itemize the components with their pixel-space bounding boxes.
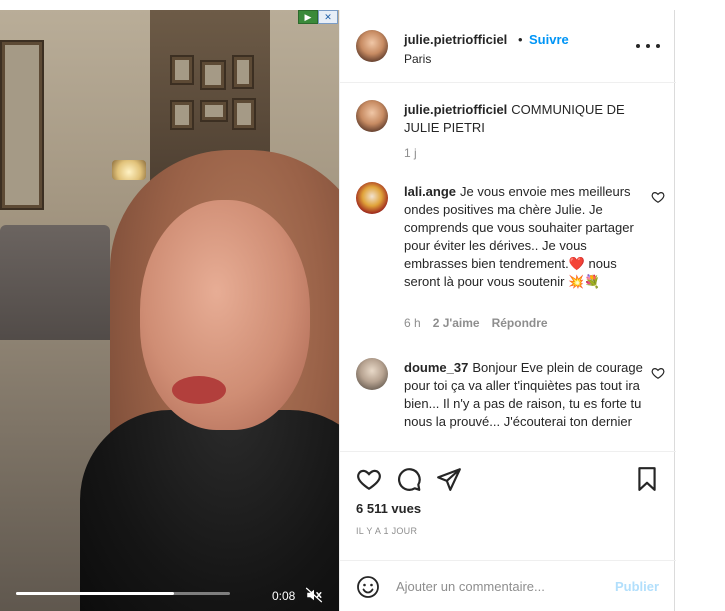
post-comment-button[interactable]: Publier xyxy=(615,579,659,594)
reply-button[interactable]: Répondre xyxy=(492,316,548,330)
follow-button[interactable]: Suivre xyxy=(529,32,569,47)
post-location[interactable]: Paris xyxy=(404,52,431,66)
post-side-panel: julie.pietriofficiel • Suivre Paris juli… xyxy=(339,10,676,611)
like-heart-icon[interactable] xyxy=(651,190,665,204)
comment-likes[interactable]: 2 J'aime xyxy=(433,316,480,330)
ad-play-icon[interactable]: ▶ xyxy=(298,10,318,24)
like-heart-icon[interactable] xyxy=(356,466,382,492)
video-picture-frame xyxy=(200,100,228,122)
video-lamp xyxy=(112,160,146,180)
video-person-mouth xyxy=(172,376,226,404)
view-count[interactable]: 6 511 vues xyxy=(356,501,421,516)
caption-meta: 1 j xyxy=(404,146,417,160)
comment-meta: 6 h 2 J'aime Répondre xyxy=(404,316,548,330)
video-person-face xyxy=(140,200,310,430)
save-bookmark-icon[interactable] xyxy=(634,466,660,492)
avatar[interactable] xyxy=(356,30,388,62)
video-progress-bar[interactable] xyxy=(16,592,230,595)
like-heart-icon[interactable] xyxy=(651,366,665,380)
comment-body: doume_37 Bonjour Eve plein de courage pou… xyxy=(404,359,644,431)
post-header: julie.pietriofficiel • Suivre Paris xyxy=(340,10,676,83)
avatar[interactable] xyxy=(356,100,388,132)
post-caption: julie.pietriofficiel COMMUNIQUE DE JULIE … xyxy=(356,100,660,170)
more-options-icon[interactable] xyxy=(636,36,660,56)
video-picture-frame xyxy=(232,55,254,89)
emoji-smiley-icon[interactable] xyxy=(356,575,380,599)
caption-username[interactable]: julie.pietriofficiel xyxy=(404,102,507,117)
video-picture-frame xyxy=(170,100,194,130)
comment-bubble-icon[interactable] xyxy=(396,466,422,492)
video-time: 0:08 xyxy=(272,589,296,603)
ad-close-icon[interactable]: ✕ xyxy=(318,10,338,24)
caption-age[interactable]: 1 j xyxy=(404,146,417,160)
video-progress-fill xyxy=(16,592,175,595)
comment-body: lali.ange Je vous envoie mes meilleurs on… xyxy=(404,183,644,291)
comment-composer: Publier xyxy=(340,560,676,611)
posted-time: IL Y A 1 JOUR xyxy=(356,526,418,536)
video-picture-frame xyxy=(0,40,44,210)
comment-age[interactable]: 6 h xyxy=(404,316,421,330)
comments-list[interactable]: julie.pietriofficiel COMMUNIQUE DE JULIE … xyxy=(340,84,676,451)
video-person-sweater xyxy=(80,410,339,611)
list-item: doume_37 Bonjour Eve plein de courage pou… xyxy=(356,358,665,451)
post-actions: 6 511 vues IL Y A 1 JOUR xyxy=(340,451,676,561)
comment-input[interactable] xyxy=(396,575,596,597)
caption-body: julie.pietriofficiel COMMUNIQUE DE JULIE … xyxy=(404,101,644,137)
comment-text: Je vous envoie mes meilleurs ondes posit… xyxy=(404,184,634,289)
comment-username[interactable]: doume_37 xyxy=(404,360,468,375)
avatar[interactable] xyxy=(356,358,388,390)
speaker-muted-icon[interactable] xyxy=(304,586,324,604)
video-player[interactable]: ▶ ✕ 0:08 xyxy=(0,10,339,611)
list-item: lali.ange Je vous envoie mes meilleurs on… xyxy=(356,182,665,342)
video-picture-frame xyxy=(232,98,256,130)
comment-username[interactable]: lali.ange xyxy=(404,184,456,199)
author-username[interactable]: julie.pietriofficiel xyxy=(404,32,507,47)
video-picture-frame xyxy=(170,55,194,85)
video-picture-frame xyxy=(200,60,226,90)
share-paper-plane-icon[interactable] xyxy=(436,466,462,492)
avatar[interactable] xyxy=(356,182,388,214)
ad-choices-badge[interactable]: ▶ ✕ xyxy=(298,10,338,24)
separator-dot: • xyxy=(518,32,523,47)
